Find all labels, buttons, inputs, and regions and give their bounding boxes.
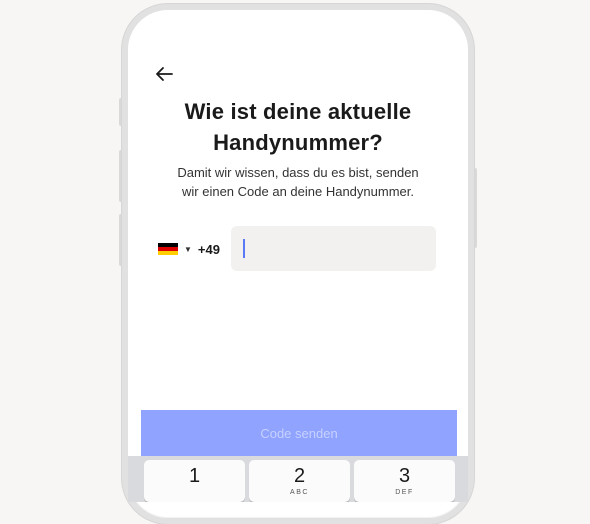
key-letters: DEF [395, 489, 414, 496]
key-letters: ABC [290, 489, 309, 496]
dial-code: +49 [197, 241, 220, 257]
key-digit: 1 [188, 465, 201, 487]
subtitle-line-1: Damit wir wissen, dass du es bist, sende… [177, 165, 419, 180]
key-digit: 2 [293, 465, 306, 487]
back-arrow-icon[interactable] [152, 62, 176, 86]
title-line-2: Handynummer? [213, 130, 383, 155]
country-code-selector[interactable]: ▼ +49 [158, 238, 228, 260]
key-digit: 3 [398, 465, 411, 487]
send-code-button[interactable]: Code senden [141, 410, 457, 456]
chevron-down-icon: ▼ [184, 244, 192, 254]
phone-screen: Wie ist deine aktuelle Handynummer? Dami… [128, 10, 468, 502]
title-line-1: Wie ist deine aktuelle [184, 99, 412, 124]
page-subtitle: Damit wir wissen, dass du es bist, sende… [128, 163, 468, 201]
keypad-key-2[interactable]: 2 ABC [249, 460, 350, 502]
phone-number-input[interactable] [231, 226, 436, 271]
page-title: Wie ist deine aktuelle Handynummer? [128, 96, 468, 158]
text-cursor [243, 239, 245, 258]
keypad-key-1[interactable]: 1 [144, 460, 245, 502]
germany-flag-icon [158, 243, 178, 255]
numeric-keypad: 1 2 ABC 3 DEF [128, 456, 468, 502]
keypad-key-3[interactable]: 3 DEF [354, 460, 455, 502]
subtitle-line-2: wir einen Code an deine Handynummer. [182, 184, 414, 199]
